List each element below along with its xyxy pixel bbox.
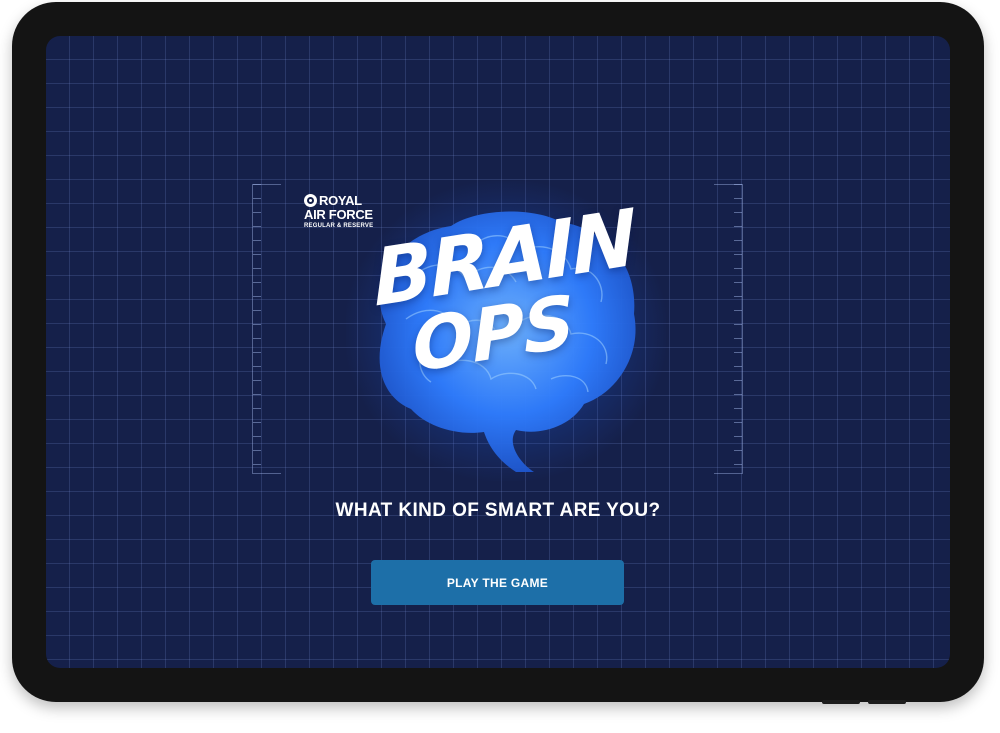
frame-bracket-left [252, 184, 281, 474]
frame-bracket-right [714, 184, 743, 474]
tablet-device-frame: ROYAL AIR FORCE REGULAR & RESERVE BRAIN … [12, 2, 984, 704]
tablet-side-button [868, 700, 906, 704]
play-the-game-button[interactable]: PLAY THE GAME [371, 560, 624, 605]
frame-corner [714, 184, 742, 185]
tablet-side-button [822, 700, 860, 704]
frame-ticks-left [253, 184, 261, 474]
tagline: WHAT KIND OF SMART ARE YOU? [335, 500, 661, 521]
frame-corner [253, 184, 281, 185]
game-screen: ROYAL AIR FORCE REGULAR & RESERVE BRAIN … [46, 36, 950, 668]
frame-corner [714, 473, 742, 474]
frame-ticks-right [734, 184, 742, 474]
frame-corner [253, 473, 281, 474]
raf-roundel-icon [304, 194, 317, 207]
